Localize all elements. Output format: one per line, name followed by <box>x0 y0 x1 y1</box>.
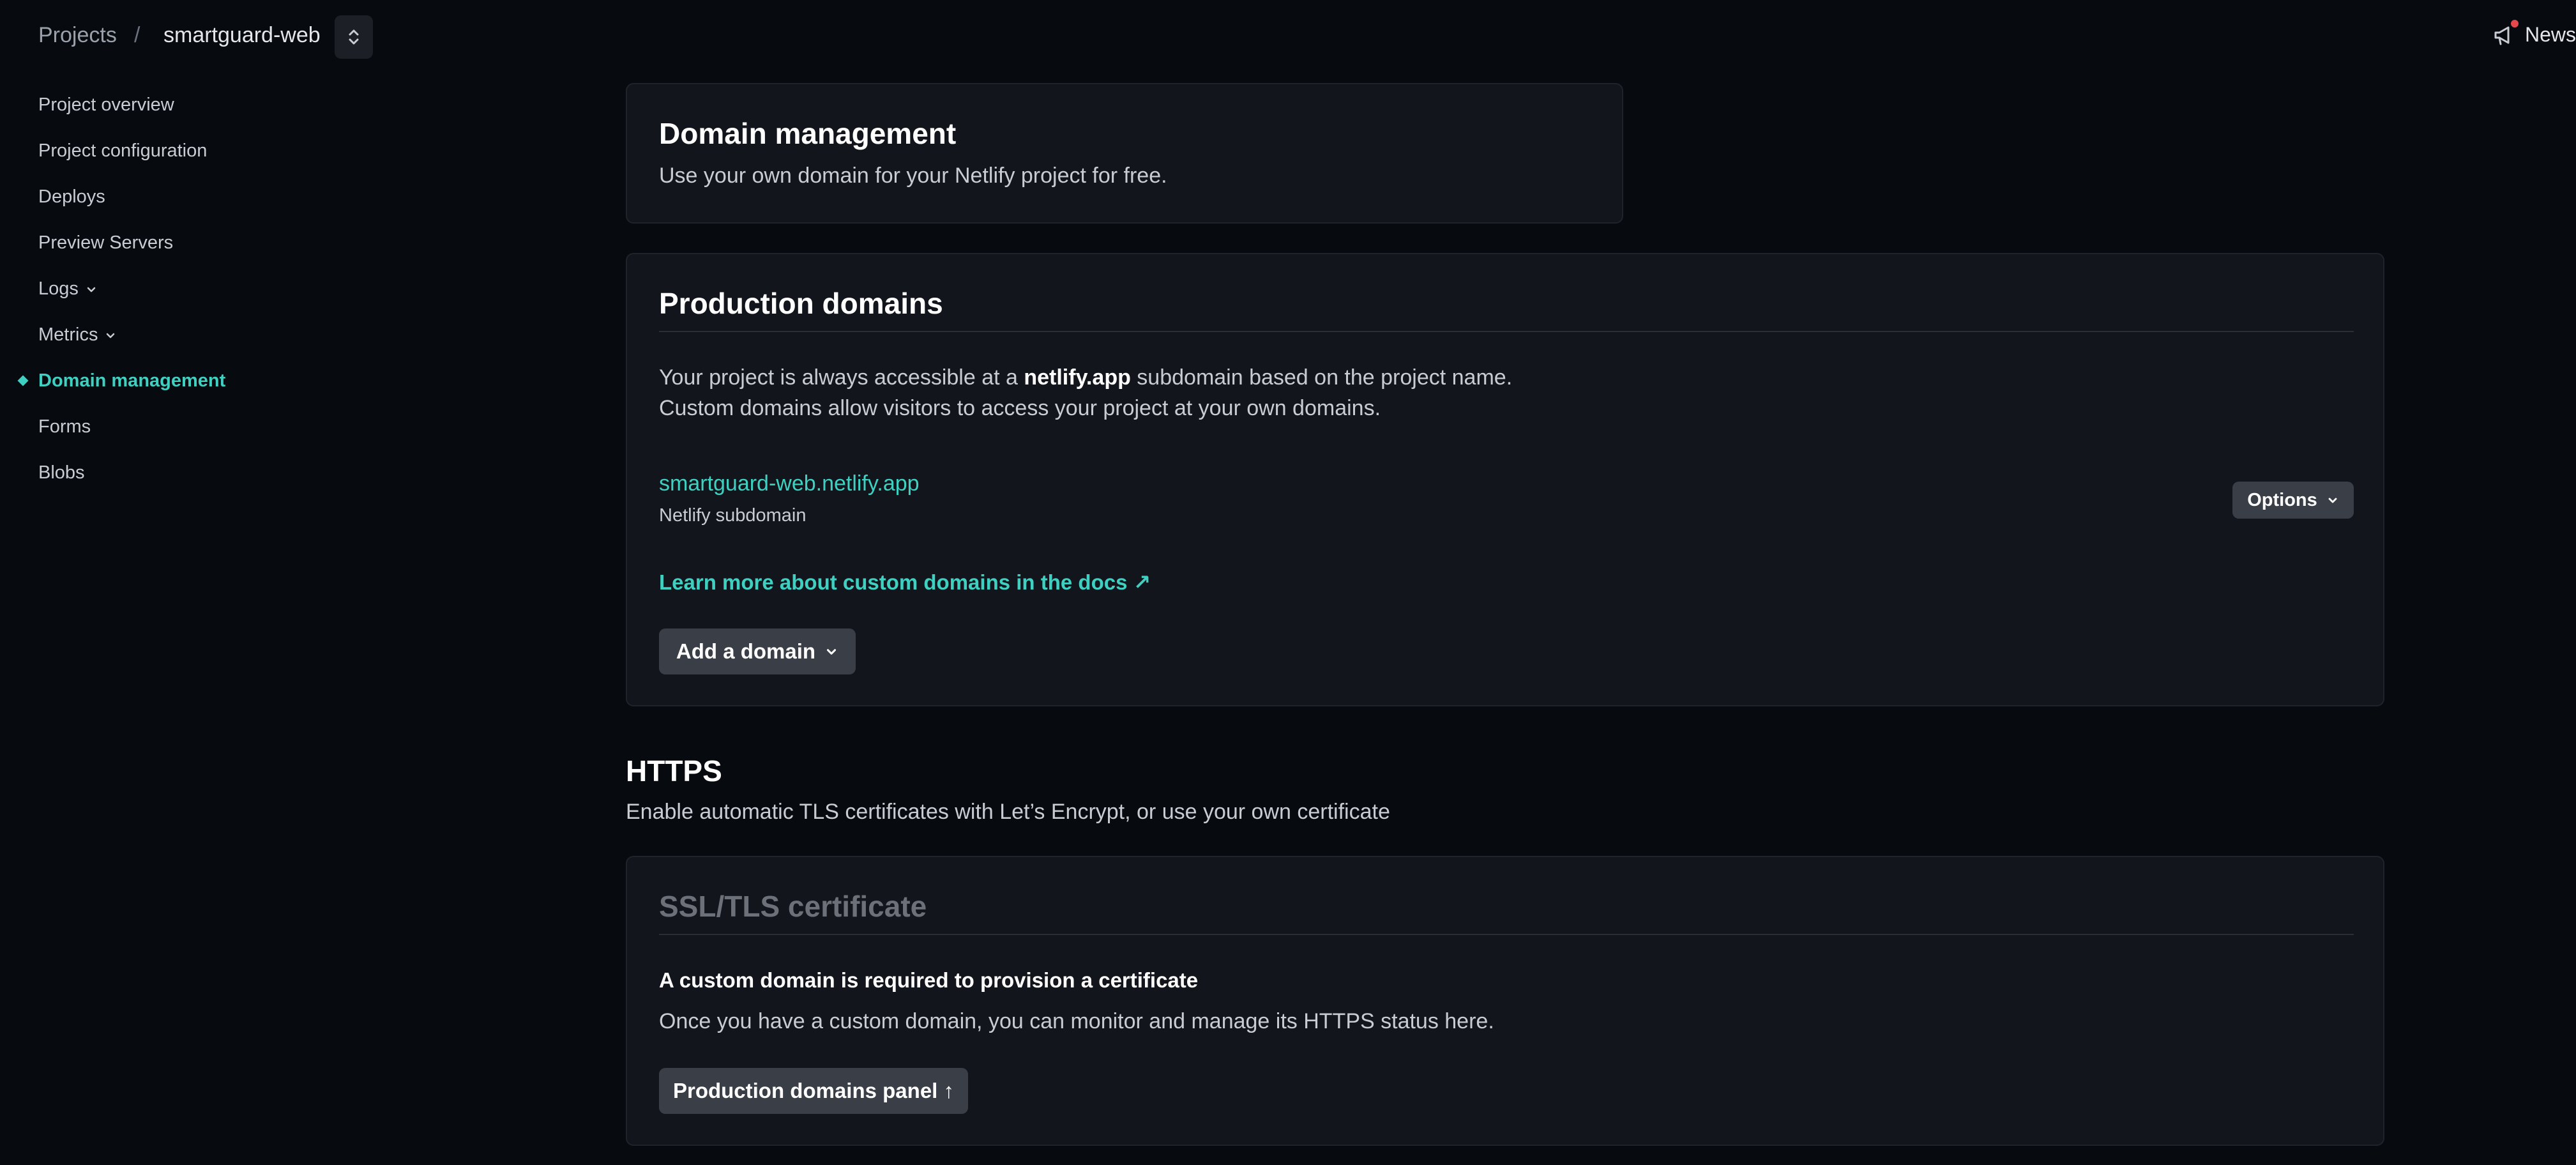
production-domains-intro: Your project is always accessible at a n… <box>659 365 1512 390</box>
production-domains-custom-text: Custom domains allow visitors to access … <box>659 396 1381 420</box>
sidebar-item-label: Forms <box>38 416 91 437</box>
sidebar-item-domain-management[interactable]: Domain management <box>17 370 226 392</box>
sidebar-item-label: Deploys <box>38 187 105 207</box>
ssl-certificate-title: SSL/TLS certificate <box>659 890 927 923</box>
ssl-description: Once you have a custom domain, you can m… <box>659 1009 1494 1033</box>
notification-dot <box>2510 19 2519 27</box>
page-description: Use your own domain for your Netlify pro… <box>659 164 1167 188</box>
domain-row: smartguard-web.netlify.app Netlify subdo… <box>659 471 920 526</box>
sidebar-item-label: Domain management <box>38 370 226 391</box>
sidebar-item-preview-servers[interactable]: Preview Servers <box>38 232 173 254</box>
sidebar-item-label: Project configuration <box>38 141 208 161</box>
domain-management-card: Domain management Use your own domain fo… <box>626 83 1623 224</box>
sidebar-item-blobs[interactable]: Blobs <box>38 462 85 484</box>
domain-name-link[interactable]: smartguard-web.netlify.app <box>659 471 920 496</box>
intro-text: Your project is always accessible at a <box>659 365 1024 390</box>
custom-domains-docs-link[interactable]: Learn more about custom domains in the d… <box>659 570 1151 595</box>
add-domain-button[interactable]: Add a domain <box>659 628 856 674</box>
https-description: Enable automatic TLS certificates with L… <box>626 800 1390 824</box>
sidebar-item-metrics[interactable]: Metrics <box>38 324 117 346</box>
chevron-up-down-icon <box>349 29 359 45</box>
https-heading: HTTPS <box>626 754 722 788</box>
sidebar-item-deploys[interactable]: Deploys <box>38 187 105 208</box>
intro-text-suffix: subdomain based on the project name. <box>1130 365 1513 390</box>
breadcrumb-projects-link[interactable]: Projects <box>38 23 117 48</box>
chevron-down-icon <box>107 333 115 338</box>
sidebar-item-forms[interactable]: Forms <box>38 416 91 438</box>
netlify-app-text: netlify.app <box>1024 365 1131 390</box>
panel-button-label: Production domains panel ↑ <box>672 1079 955 1102</box>
sidebar-item-label: Preview Servers <box>38 232 174 253</box>
sidebar-item-label: Project overview <box>38 95 174 115</box>
domain-options-button[interactable]: Options <box>2232 482 2354 519</box>
production-domains-panel-button[interactable]: Production domains panel ↑ <box>659 1068 968 1114</box>
sidebar-item-label: Logs <box>38 278 79 299</box>
sidebar-item-project-overview[interactable]: Project overview <box>38 95 174 116</box>
options-label: Options <box>2247 489 2317 510</box>
chevron-down-icon <box>827 649 837 655</box>
production-domains-title: Production domains <box>659 287 943 320</box>
page-title: Domain management <box>659 117 957 150</box>
section-divider <box>659 934 2354 935</box>
chevron-down-icon <box>2328 498 2337 503</box>
section-divider <box>659 331 2354 332</box>
add-domain-label: Add a domain <box>676 639 816 663</box>
breadcrumb-separator: / <box>134 23 140 47</box>
sidebar-item-logs[interactable]: Logs <box>38 278 98 300</box>
chevron-down-icon <box>87 287 96 292</box>
ssl-certificate-card: SSL/TLS certificate A custom domain is r… <box>626 856 2384 1146</box>
news-label: News <box>2524 23 2576 46</box>
sidebar-item-project-configuration[interactable]: Project configuration <box>38 141 207 162</box>
site-switcher-button[interactable] <box>335 15 373 59</box>
breadcrumb-site-name[interactable]: smartguard-web <box>163 23 321 48</box>
top-bar: Projects / smartguard-web News <box>0 0 2576 74</box>
sidebar-item-label: Blobs <box>38 462 85 483</box>
production-domains-card: Production domains Your project is alway… <box>626 253 2384 706</box>
domain-type-label: Netlify subdomain <box>659 505 807 526</box>
megaphone-icon <box>2493 19 2519 47</box>
active-indicator-icon <box>17 375 29 386</box>
sidebar-item-label: Metrics <box>38 324 98 345</box>
ssl-requirement-text: A custom domain is required to provision… <box>659 968 1199 992</box>
news-button[interactable]: News <box>2493 19 2576 47</box>
